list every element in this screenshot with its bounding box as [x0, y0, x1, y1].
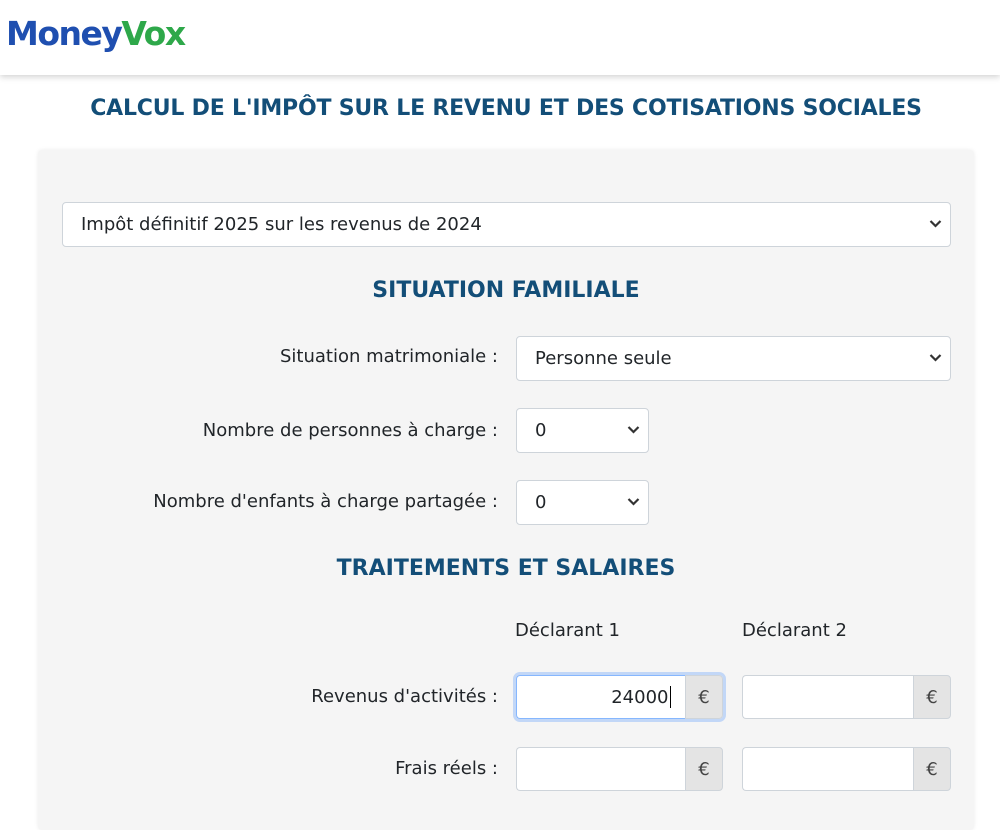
section-title-situation: SITUATION FAMILIALE: [372, 278, 640, 303]
euro-addon: €: [913, 675, 951, 719]
tax-year-select[interactable]: Impôt définitif 2025 sur les revenus de …: [62, 202, 951, 247]
chevron-down-icon: [929, 217, 942, 232]
real-expenses-d2-group: €: [742, 747, 951, 791]
section-title-salaries: TRAITEMENTS ET SALAIRES: [336, 556, 676, 581]
real-expenses-d1-input[interactable]: [516, 747, 685, 791]
tax-year-select-value: Impôt définitif 2025 sur les revenus de …: [81, 214, 482, 235]
calculator-panel: [38, 150, 974, 830]
marital-status-label: Situation matrimoniale :: [280, 346, 498, 367]
declarant-2-header: Déclarant 2: [742, 620, 847, 641]
euro-addon: €: [685, 675, 723, 719]
real-expenses-label: Frais réels :: [395, 758, 498, 779]
page-title: CALCUL DE L'IMPÔT SUR LE REVENU ET DES C…: [90, 96, 922, 121]
chevron-down-icon: [627, 423, 640, 438]
marital-status-select[interactable]: Personne seule: [516, 336, 951, 381]
activity-income-d1-input[interactable]: 24000: [516, 675, 685, 719]
marital-status-value: Personne seule: [535, 348, 672, 369]
chevron-down-icon: [627, 495, 640, 510]
chevron-down-icon: [929, 351, 942, 366]
shared-children-select[interactable]: 0: [516, 480, 649, 525]
shared-children-label: Nombre d'enfants à charge partagée :: [153, 491, 498, 512]
shared-children-value: 0: [535, 492, 547, 513]
euro-addon: €: [685, 747, 723, 791]
activity-income-d2-group: €: [742, 675, 951, 719]
text-caret: [669, 686, 671, 708]
dependents-select[interactable]: 0: [516, 408, 649, 453]
activity-income-d2-input[interactable]: [742, 675, 913, 719]
dependents-value: 0: [535, 420, 547, 441]
activity-income-label: Revenus d'activités :: [311, 686, 498, 707]
site-header: MoneyVox: [0, 0, 1000, 75]
declarant-1-header: Déclarant 1: [515, 620, 620, 641]
dependents-label: Nombre de personnes à charge :: [202, 420, 498, 441]
real-expenses-d2-input[interactable]: [742, 747, 913, 791]
activity-income-d1-group: 24000 €: [516, 675, 723, 719]
moneyvox-logo[interactable]: MoneyVox: [6, 12, 186, 56]
real-expenses-d1-group: €: [516, 747, 723, 791]
euro-addon: €: [913, 747, 951, 791]
